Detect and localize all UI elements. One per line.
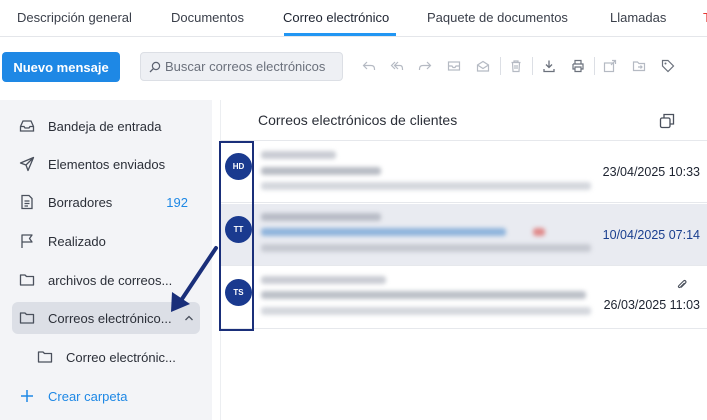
sidebar-item-label: Bandeja de entrada	[48, 118, 162, 134]
email-date: 26/03/2025 11:03	[603, 298, 700, 312]
new-message-button[interactable]: Nuevo mensaje	[2, 52, 120, 82]
tab-calls[interactable]: Llamadas	[610, 10, 666, 25]
sender-redacted	[261, 151, 336, 159]
sidebar-item-label: archivos de correos...	[48, 272, 173, 288]
toolbar-divider	[532, 57, 533, 75]
preview-redacted	[261, 307, 591, 315]
tab-bar: Descripción general Documentos Correo el…	[0, 0, 707, 37]
subject-redacted	[261, 228, 506, 236]
send-icon	[19, 156, 35, 172]
file-icon	[21, 194, 33, 210]
panel-title: Correos electrónicos de clientes	[258, 112, 458, 128]
tab-email[interactable]: Correo electrónico	[283, 10, 389, 25]
flag-icon	[21, 234, 33, 248]
search-icon	[149, 61, 161, 72]
sidebar-item-sent[interactable]: Elementos enviados	[12, 148, 208, 180]
sidebar-item-drafts[interactable]: Borradores 192	[12, 186, 208, 218]
sidebar-item-subfolder[interactable]: Correo electrónic...	[30, 341, 200, 373]
tab-documents[interactable]: Documentos	[171, 10, 244, 25]
email-row[interactable]: TT 10/04/2025 07:14	[221, 204, 707, 266]
search-input[interactable]	[165, 59, 340, 74]
email-list-panel: Correos electrónicos de clientes HD 23/0…	[220, 100, 707, 420]
search-box[interactable]	[140, 52, 343, 81]
tab-overflow[interactable]: T	[703, 10, 707, 25]
toolbar-divider	[500, 57, 501, 75]
toolbar-divider	[594, 57, 595, 75]
folder-icon	[37, 351, 53, 363]
email-toolbar: Nuevo mensaje	[0, 37, 707, 95]
print-icon[interactable]	[571, 59, 585, 73]
tab-document-package[interactable]: Paquete de documentos	[427, 10, 568, 25]
attachment-icon	[677, 279, 687, 289]
forward-icon[interactable]	[418, 59, 432, 73]
subject-redacted	[261, 167, 381, 175]
active-tab-indicator	[284, 33, 396, 36]
reply-all-icon[interactable]	[390, 59, 404, 73]
subject-redacted	[261, 291, 586, 299]
tag-icon[interactable]	[661, 59, 675, 73]
mark-read-icon[interactable]	[447, 59, 461, 73]
sidebar-item-label: Borradores	[48, 194, 113, 210]
sidebar-item-label: Realizado	[48, 233, 106, 249]
preview-redacted	[261, 182, 591, 190]
folder-icon	[19, 312, 35, 324]
sidebar-item-label: Correo electrónic...	[66, 349, 176, 365]
tab-overview[interactable]: Descripción general	[17, 10, 132, 25]
email-date: 23/04/2025 10:33	[602, 165, 700, 179]
annotation-arrow-icon	[171, 246, 218, 312]
create-folder-label: Crear carpeta	[48, 388, 128, 404]
sidebar-item-inbox[interactable]: Bandeja de entrada	[12, 110, 208, 142]
download-icon[interactable]	[542, 59, 556, 73]
sender-redacted	[261, 276, 386, 284]
sender-redacted	[261, 213, 381, 221]
inbox-icon	[19, 120, 35, 132]
email-row[interactable]: TS 26/03/2025 11:03	[221, 267, 707, 329]
folder-icon	[19, 274, 35, 286]
email-row[interactable]: HD 23/04/2025 10:33	[221, 141, 707, 203]
copy-icon[interactable]	[659, 113, 675, 129]
sidebar-item-label: Correos electrónico...	[48, 310, 172, 326]
mark-unread-icon[interactable]	[476, 59, 490, 73]
delete-icon[interactable]	[509, 59, 523, 73]
save-to-file-icon[interactable]	[603, 59, 617, 73]
flag-redacted	[533, 228, 545, 236]
email-date: 10/04/2025 07:14	[602, 228, 700, 242]
drafts-count-badge: 192	[166, 194, 188, 210]
preview-redacted	[261, 244, 591, 252]
reply-icon[interactable]	[362, 59, 376, 73]
create-folder-button[interactable]: Crear carpeta	[12, 380, 208, 412]
move-to-folder-icon[interactable]	[632, 59, 646, 73]
plus-icon	[21, 390, 33, 402]
sidebar-item-label: Elementos enviados	[48, 156, 166, 172]
